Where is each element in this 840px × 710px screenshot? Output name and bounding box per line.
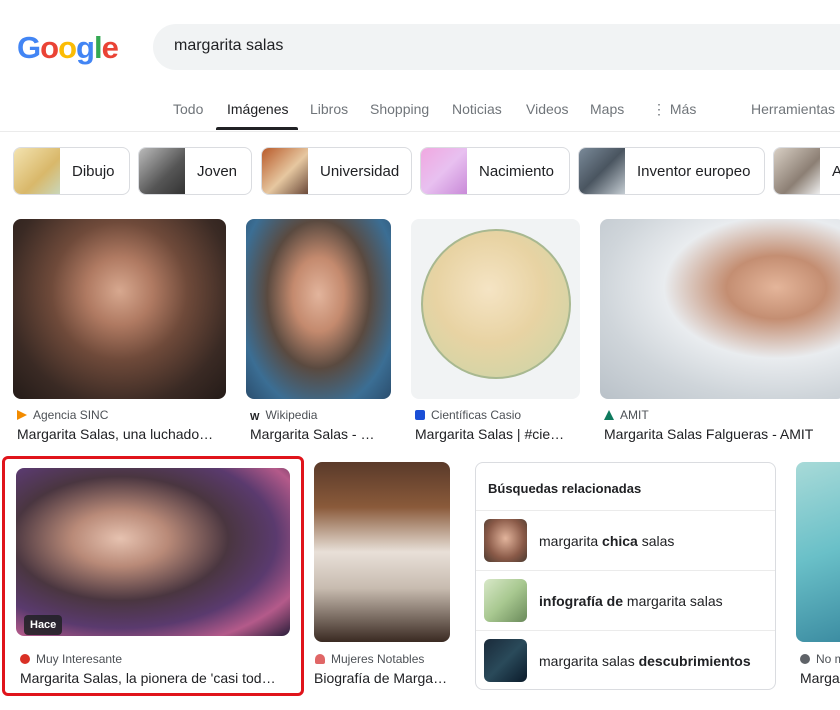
chip-thumbnail [579,148,625,194]
chip-label: Nacimiento [479,163,555,180]
tab-imagenes[interactable]: Imágenes [227,101,288,117]
result-title[interactable]: Margarita Salas - … [250,426,390,442]
tab-shopping[interactable]: Shopping [370,101,429,117]
result-source[interactable]: Agencia SINC [17,408,108,422]
related-searches-panel: Búsquedas relacionadas margarita chica s… [475,462,776,690]
search-box[interactable]: margarita salas [153,24,840,70]
logo-letter: o [40,30,59,65]
source-name: Mujeres Notables [331,652,425,666]
chip-label: Dibujo [72,163,115,180]
related-thumbnail [484,639,527,682]
selection-highlight-box [2,456,304,696]
tab-noticias[interactable]: Noticias [452,101,502,117]
result-image[interactable] [411,219,580,399]
result-image[interactable] [600,219,840,399]
source-name: No m [816,652,840,666]
related-searches-title: Búsquedas relacionadas [488,481,642,496]
result-image[interactable] [796,462,840,642]
logo-letter: g [76,30,95,65]
result-source[interactable]: No m [800,652,840,666]
chip-joven[interactable]: Joven [138,147,252,195]
source-favicon-icon [800,654,810,664]
result-source[interactable]: Mujeres Notables [315,652,424,666]
result-image[interactable] [13,219,226,399]
logo-letter: e [101,30,119,65]
wikipedia-icon: W [250,412,260,423]
search-tabs: Todo Imágenes Libros Shopping Noticias V… [0,90,840,132]
chip-label: Joven [197,163,238,180]
source-name: Científicas Casio [431,408,522,422]
chip-thumbnail [421,148,467,194]
related-thumbnail [484,579,527,622]
active-tab-indicator [216,127,298,130]
result-source[interactable]: Científicas Casio [415,408,521,422]
logo-letter: G [17,30,41,65]
chip-nacimiento[interactable]: Nacimiento [420,147,570,195]
result-image[interactable] [246,219,391,399]
source-favicon-icon [415,410,425,420]
tab-herramientas[interactable]: Herramientas [751,101,835,117]
chip-inventor-europeo[interactable]: Inventor europeo [578,147,765,195]
chip-more[interactable]: A [773,147,840,195]
chip-label: Inventor europeo [637,163,751,180]
result-image[interactable] [314,462,450,642]
result-title[interactable]: Margarita Salas, una luchado… [17,426,222,442]
chip-thumbnail [774,148,820,194]
result-title[interactable]: Marga [800,670,840,686]
illustration-medallion [421,229,571,379]
result-title[interactable]: Margarita Salas | #cie… [415,426,580,442]
result-source[interactable]: AMIT [604,408,649,422]
tab-libros[interactable]: Libros [310,101,348,117]
source-name: Wikipedia [265,408,318,422]
chip-label: A [832,163,840,180]
chip-thumbnail [262,148,308,194]
chip-dibujo[interactable]: Dibujo [13,147,130,195]
chip-universidad[interactable]: Universidad [261,147,412,195]
logo-letter: o [58,30,77,65]
chip-thumbnail [14,148,60,194]
logo-letter: l [93,30,103,65]
tab-videos[interactable]: Videos [526,101,569,117]
search-input[interactable]: margarita salas [174,37,283,55]
chip-label: Universidad [320,163,400,180]
source-name: Agencia SINC [33,408,109,422]
source-favicon-icon [315,654,325,664]
source-favicon-icon [17,410,27,420]
related-thumbnail [484,519,527,562]
related-search-text[interactable]: margarita salas descubrimientos [539,653,751,669]
related-search-item[interactable]: infografía de margarita salas [476,570,775,630]
result-source[interactable]: W Wikipedia [250,408,317,423]
source-name: AMIT [620,408,649,422]
tab-todo[interactable]: Todo [173,101,203,117]
google-logo[interactable]: Google [17,30,119,66]
result-title[interactable]: Margarita Salas Falgueras - AMIT [604,426,834,442]
result-title[interactable]: Biografía de Marga… [314,670,454,686]
tab-mas[interactable]: ⋮ Más [652,101,696,118]
related-search-item[interactable]: margarita salas descubrimientos [476,630,775,689]
chip-thumbnail [139,148,185,194]
related-search-text[interactable]: infografía de margarita salas [539,593,723,609]
related-search-text[interactable]: margarita chica salas [539,533,674,549]
tab-maps[interactable]: Maps [590,101,624,117]
source-favicon-icon [604,410,614,420]
related-search-item[interactable]: margarita chica salas [476,510,775,570]
